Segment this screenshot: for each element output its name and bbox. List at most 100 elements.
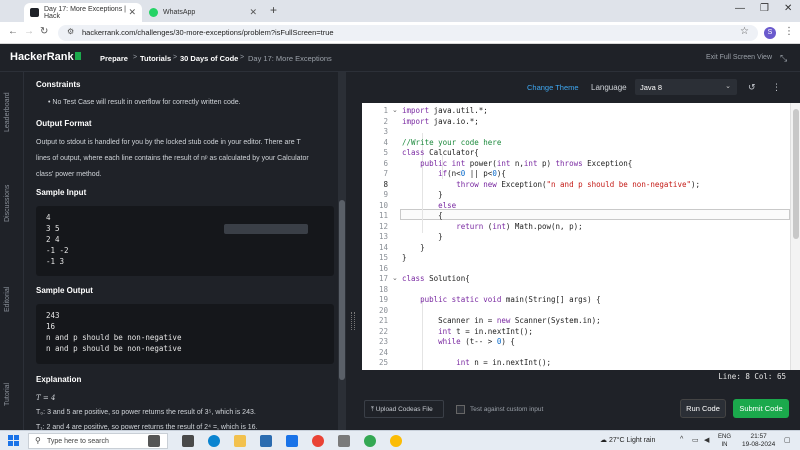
close-tab-icon[interactable]: ✕ — [128, 7, 136, 18]
code-line: public int power(int n,int p) throws Exc… — [420, 158, 633, 168]
sample-input-box: 4 3 5 2 4 -1 -2 -1 3 — [36, 206, 334, 276]
change-theme-link[interactable]: Change Theme — [527, 83, 579, 92]
browser-tab-bar: Day 17: More Exceptions | Hack ✕ WhatsAp… — [0, 0, 800, 22]
tab-title: WhatsApp — [163, 9, 196, 16]
output-format-line: Output to stdout is handled for you by t… — [36, 139, 301, 146]
store-icon[interactable] — [260, 435, 272, 447]
browser-menu-icon[interactable]: ⋮ — [784, 26, 794, 37]
language-indicator[interactable]: ENG IN — [718, 433, 731, 449]
site-info-icon[interactable]: ⚙ — [67, 27, 74, 36]
output-format-line: lines of output, where each line contain… — [36, 155, 309, 162]
code-area[interactable]: 1 2 3 4 5 6 7 8 9 10 11 12 13 14 15 16 1… — [362, 103, 790, 370]
taskbar-app-icon[interactable] — [338, 435, 350, 447]
breadcrumb-separator: > — [133, 54, 138, 61]
close-window-icon[interactable]: ✕ — [784, 3, 792, 14]
taskbar-app-icon[interactable] — [182, 435, 194, 447]
exit-full-screen-icon[interactable]: ⤡ — [780, 53, 787, 64]
hackerrank-logo[interactable]: HackerRank — [10, 51, 81, 63]
fold-chevron-icon[interactable]: ⌄ — [392, 274, 398, 282]
scroll-thumb[interactable] — [793, 109, 799, 239]
whatsapp-favicon-icon — [149, 8, 158, 17]
code-line: { — [438, 211, 443, 220]
address-bar: ← → ↻ ⚙ hackerrank.com/challenges/30-mor… — [0, 22, 800, 44]
problem-scrollbar[interactable] — [338, 72, 346, 430]
weather-widget[interactable]: ☁ 27°C Light rain — [600, 436, 655, 444]
forward-icon[interactable]: → — [24, 26, 34, 37]
language-label: Language — [591, 83, 627, 92]
file-explorer-icon[interactable] — [234, 435, 246, 447]
close-tab-icon[interactable]: ✕ — [249, 7, 257, 18]
scroll-thumb[interactable] — [339, 200, 345, 380]
notification-icon[interactable]: ▢ — [784, 436, 791, 444]
maximize-icon[interactable]: ❐ — [760, 3, 769, 14]
code-line: else — [438, 200, 457, 210]
breadcrumb-separator: > — [240, 54, 245, 61]
explanation-line: T₁: 2 and 4 are positive, so power retur… — [36, 424, 258, 430]
tab-tutorial[interactable]: Tutorial — [4, 383, 11, 406]
breadcrumb-30-days[interactable]: 30 Days of Code — [180, 54, 238, 63]
code-line: return (int) Math.pow(n, p); — [456, 221, 583, 231]
run-code-button[interactable]: Run Code — [680, 399, 726, 418]
sample-input-heading: Sample Input — [36, 188, 87, 197]
breadcrumb-tutorials[interactable]: Tutorials — [140, 54, 171, 63]
code-editor-panel: Change Theme Language Java 8 ⌄ ↺ ⋮ 1 2 3… — [360, 72, 800, 430]
minimize-icon[interactable]: — — [735, 3, 745, 14]
url-input[interactable]: ⚙ hackerrank.com/challenges/30-more-exce… — [58, 25, 758, 41]
code-line: class Calculator{ — [402, 148, 479, 157]
breadcrumb-current: Day 17: More Exceptions — [248, 54, 332, 63]
clock[interactable]: 21:57 19-08-2024 — [742, 433, 775, 449]
edge-icon[interactable] — [208, 435, 220, 447]
submit-code-button[interactable]: Submit Code — [733, 399, 789, 418]
volume-icon[interactable]: ◀ — [704, 436, 709, 444]
chevron-down-icon: ⌄ — [725, 83, 731, 90]
bookmark-star-icon[interactable]: ☆ — [740, 26, 749, 37]
side-tabs: Leaderboard Discussions Editorial Tutori… — [0, 72, 24, 430]
code-line: //Write your code here — [402, 137, 502, 147]
tab-leaderboard[interactable]: Leaderboard — [4, 92, 11, 132]
upload-code-button[interactable]: ⤒ Upload Codeas File — [364, 400, 444, 418]
code-line: class Solution{ — [402, 274, 470, 283]
editor-status-bar: Line: 8 Col: 65 — [360, 370, 800, 384]
exit-full-screen-link[interactable]: Exit Full Screen View — [706, 54, 772, 61]
reset-code-icon[interactable]: ↺ — [748, 82, 756, 93]
explanation-t: T = 4 — [36, 394, 56, 402]
code-line: int t = in.nextInt(); — [438, 326, 533, 336]
current-line-highlight — [400, 209, 790, 220]
breadcrumb-prepare[interactable]: Prepare — [100, 54, 128, 63]
chrome-icon[interactable] — [364, 435, 376, 447]
mail-icon[interactable] — [286, 435, 298, 447]
custom-input-checkbox[interactable] — [456, 405, 465, 414]
network-icon[interactable]: ▭ — [692, 436, 699, 444]
hackerrank-favicon-icon — [30, 8, 39, 17]
browser-tab-whatsapp[interactable]: WhatsApp ✕ — [143, 3, 263, 22]
task-view-icon[interactable] — [148, 435, 160, 447]
fold-chevron-icon[interactable]: ⌄ — [392, 106, 398, 114]
chrome-icon[interactable] — [390, 435, 402, 447]
editor-scrollbar[interactable] — [790, 103, 800, 370]
output-format-line: class' power method. — [36, 171, 102, 178]
tab-discussions[interactable]: Discussions — [4, 185, 11, 222]
drag-handle-icon[interactable] — [351, 312, 355, 330]
line-number-gutter: 1 2 3 4 5 6 7 8 9 10 11 12 13 14 15 16 1… — [362, 103, 400, 370]
code-line: Scanner in = new Scanner(System.in); — [438, 316, 601, 325]
taskbar-search-input[interactable]: ⚲ Type here to search — [28, 433, 168, 449]
browser-tab-hackerrank[interactable]: Day 17: More Exceptions | Hack ✕ — [24, 3, 142, 22]
panel-splitter[interactable] — [346, 72, 360, 430]
profile-avatar[interactable]: S — [764, 27, 776, 39]
back-icon[interactable]: ← — [8, 26, 18, 37]
more-options-icon[interactable]: ⋮ — [772, 82, 781, 93]
editor-toolbar: Change Theme Language Java 8 ⌄ ↺ ⋮ — [360, 72, 800, 102]
code-line: if(n<0 || p<0){ — [438, 169, 506, 178]
windows-taskbar: ⚲ Type here to search ☁ 27°C Light rain … — [0, 430, 800, 450]
code-line: int n = in.nextInt(); — [456, 358, 552, 367]
language-select[interactable]: Java 8 ⌄ — [635, 79, 737, 95]
constraint-item: • No Test Case will result in overflow f… — [48, 99, 241, 106]
code-line: import java.io.*; — [402, 116, 479, 126]
reload-icon[interactable]: ↻ — [40, 26, 48, 37]
chrome-icon[interactable] — [312, 435, 324, 447]
new-tab-button[interactable]: + — [270, 3, 277, 17]
tray-chevron-icon[interactable]: ^ — [680, 436, 683, 443]
tab-editorial[interactable]: Editorial — [4, 287, 11, 312]
explanation-heading: Explanation — [36, 375, 82, 384]
windows-start-icon[interactable] — [8, 435, 20, 447]
